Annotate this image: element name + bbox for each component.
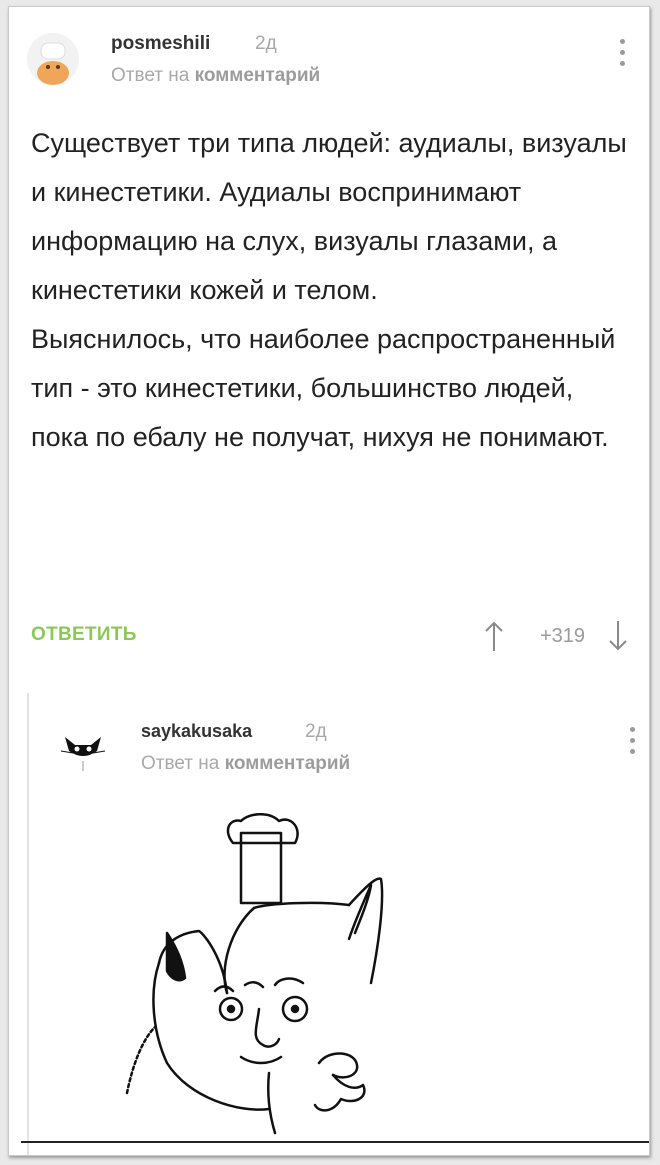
comment-paragraph: Существует три типа людей: аудиалы, визу… [31,128,627,305]
reply-username[interactable]: saykakusaka [141,721,252,742]
comment-username[interactable]: posmeshili [111,33,210,55]
reply-header: saykakusaka 2д Ответ на комментарий [57,717,637,777]
divider [21,1141,649,1143]
cat-avatar-icon[interactable] [57,721,109,773]
reply-to-link[interactable]: комментарий [225,753,351,774]
reply-to-line: Ответ на комментарий [111,65,320,87]
comment-text: Существует три типа людей: аудиалы, визу… [31,119,631,462]
reply-to-line: Ответ на комментарий [141,753,350,775]
arrow-up-icon[interactable] [481,619,507,653]
reply-to-prefix: Ответ на [111,65,190,86]
cat-chef-drawing-icon [119,813,439,1153]
comment-paragraph: Выяснилось, что наиболее распространенны… [31,324,616,452]
vote-score: +319 [539,625,585,647]
arrow-down-icon[interactable] [605,619,631,653]
more-vertical-icon[interactable] [627,727,637,763]
reply-to-prefix: Ответ на [141,753,220,774]
reply-comment: saykakusaka 2д Ответ на комментарий [27,693,649,1155]
comment-time: 2д [255,33,277,54]
chef-avatar-icon[interactable] [27,33,79,85]
reply-to-link[interactable]: комментарий [195,65,321,86]
comment-footer: ОТВЕТИТЬ +319 [31,619,631,659]
reply-button[interactable]: ОТВЕТИТЬ [31,624,137,646]
reply-time: 2д [305,721,327,742]
comment-header: posmeshili 2д Ответ на комментарий [27,29,627,89]
comment-thread: posmeshili 2д Ответ на комментарий Сущес… [8,6,650,1156]
more-vertical-icon[interactable] [617,39,627,75]
